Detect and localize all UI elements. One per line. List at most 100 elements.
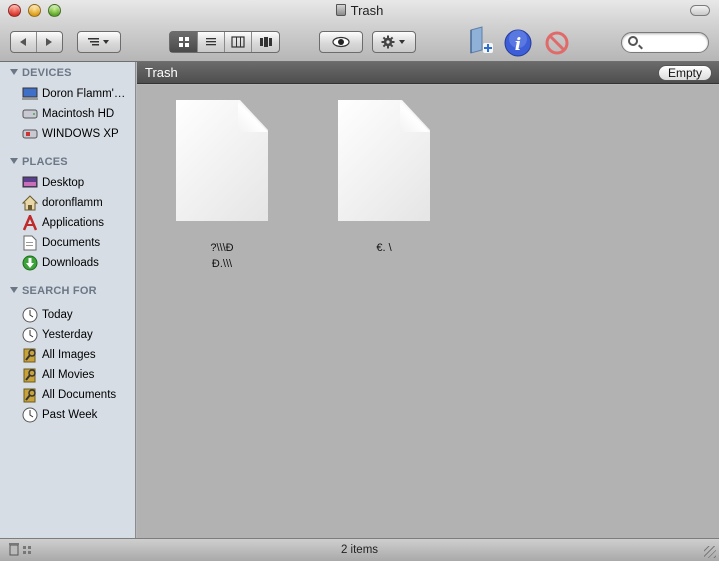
sidebar-item-label: Today	[42, 309, 73, 321]
search-icon	[628, 36, 638, 46]
sidebar-item-home[interactable]: doronflamm	[22, 194, 134, 212]
info-icon[interactable]: i	[504, 29, 532, 57]
hard-drive-icon	[22, 106, 38, 122]
document-icon[interactable]	[176, 100, 268, 221]
sidebar-item-today[interactable]: Today	[22, 306, 134, 324]
sidebar-item-label: Yesterday	[42, 329, 93, 341]
resize-grip[interactable]	[704, 546, 716, 558]
toolbar-toggle-button[interactable]	[690, 5, 710, 16]
arrange-button[interactable]	[77, 31, 121, 53]
clock-icon	[22, 327, 38, 343]
section-title: PLACES	[22, 156, 68, 168]
sidebar-item-yesterday[interactable]: Yesterday	[22, 326, 134, 344]
section-title: SEARCH FOR	[22, 285, 97, 297]
sidebar-item-macintosh-hd[interactable]: Macintosh HD	[22, 105, 134, 123]
sidebar: DEVICES Doron Flamm'… Macintosh HD WINDO…	[0, 62, 136, 538]
sidebar-item-label: Desktop	[42, 177, 85, 189]
file-area[interactable]: ?\\\Ð Ð.\\\ €. \	[137, 85, 719, 538]
sidebar-section-search-for[interactable]: SEARCH FOR	[10, 285, 97, 297]
sidebar-item-label: All Movies	[42, 369, 95, 381]
applications-icon	[22, 215, 38, 231]
smart-folder-icon	[22, 387, 38, 403]
sidebar-item-label: doronflamm	[42, 197, 103, 209]
delete-icon[interactable]	[544, 30, 570, 56]
finder-window: Trash i DEVICES Doron Flamm'… Macintosh …	[0, 0, 719, 561]
forward-arrow-icon	[46, 38, 53, 46]
documents-icon	[22, 235, 38, 251]
search-field[interactable]	[621, 32, 709, 53]
sidebar-item-documents[interactable]: Documents	[22, 234, 134, 252]
quicklook-button[interactable]	[319, 31, 363, 53]
list-view-button[interactable]	[198, 32, 225, 52]
desktop-icon	[22, 175, 38, 191]
window-title-text: Trash	[350, 3, 384, 18]
search-input[interactable]	[642, 35, 704, 50]
clock-icon	[22, 307, 38, 323]
clock-icon	[22, 407, 38, 423]
file-name-line: €. \	[376, 242, 392, 254]
back-button[interactable]	[11, 32, 37, 52]
coverflow-view-icon	[259, 37, 272, 47]
column-view-button[interactable]	[225, 32, 252, 52]
coverflow-view-button[interactable]	[252, 32, 279, 52]
sidebar-section-devices[interactable]: DEVICES	[10, 67, 72, 79]
sidebar-item-computer[interactable]: Doron Flamm'…	[22, 85, 134, 103]
sidebar-item-desktop[interactable]: Desktop	[22, 174, 134, 192]
sidebar-item-label: Documents	[42, 237, 101, 249]
section-title: DEVICES	[22, 67, 72, 79]
file-name[interactable]: ?\\\Ð Ð.\\\	[157, 240, 287, 272]
status-bar: 2 items	[0, 538, 719, 561]
disclosure-triangle-icon	[10, 158, 18, 164]
sidebar-item-applications[interactable]: Applications	[22, 214, 134, 232]
sidebar-item-label: Downloads	[42, 257, 99, 269]
icon-view-icon	[178, 37, 189, 47]
document-icon[interactable]	[338, 100, 430, 221]
home-icon	[22, 195, 38, 211]
list-view-icon	[206, 38, 216, 46]
sidebar-item-label: All Images	[42, 349, 96, 361]
item-count: 2 items	[340, 544, 379, 556]
sidebar-item-label: Doron Flamm'…	[42, 88, 126, 100]
back-forward-control	[10, 31, 63, 53]
sidebar-item-all-movies[interactable]: All Movies	[22, 366, 134, 384]
new-folder-icon[interactable]	[468, 26, 496, 56]
column-view-icon	[231, 36, 245, 48]
sidebar-item-past-week[interactable]: Past Week	[22, 406, 134, 424]
sidebar-item-windows-xp[interactable]: WINDOWS XP	[22, 125, 134, 143]
arrange-menu-icon	[88, 38, 109, 46]
sidebar-item-all-images[interactable]: All Images	[22, 346, 134, 364]
sidebar-item-label: All Documents	[42, 389, 117, 401]
gear-icon	[381, 35, 405, 49]
sidebar-item-label: Applications	[42, 217, 105, 229]
icon-view-button[interactable]	[170, 32, 198, 52]
action-button[interactable]	[372, 31, 416, 53]
file-name-line: ?\\\Ð	[210, 242, 234, 254]
arrange-menu[interactable]	[78, 32, 120, 52]
smart-folder-icon	[22, 367, 38, 383]
trash-icon	[335, 4, 346, 16]
empty-trash-button[interactable]: Empty	[657, 65, 712, 81]
window-title: Trash	[0, 3, 719, 18]
file-name[interactable]: €. \	[319, 240, 449, 256]
sidebar-section-places[interactable]: PLACES	[10, 156, 68, 168]
sidebar-item-label: Past Week	[42, 409, 98, 421]
smart-folder-icon	[22, 347, 38, 363]
action-menu[interactable]	[373, 32, 415, 52]
svg-text:i: i	[515, 35, 521, 55]
folder-title: Trash	[145, 65, 178, 80]
sidebar-item-downloads[interactable]: Downloads	[22, 254, 134, 272]
sidebar-item-label: WINDOWS XP	[42, 128, 119, 140]
toolbar: Trash i	[0, 0, 719, 62]
downloads-icon	[22, 255, 38, 271]
disclosure-triangle-icon	[10, 69, 18, 75]
sidebar-item-all-documents[interactable]: All Documents	[22, 386, 134, 404]
quicklook-segment[interactable]	[320, 32, 362, 52]
back-arrow-icon	[20, 38, 27, 46]
file-name-line: Ð.\\\	[211, 258, 233, 270]
path-header: Trash Empty	[137, 62, 719, 84]
forward-button[interactable]	[37, 32, 62, 52]
view-switcher	[169, 31, 280, 53]
drive-icon	[22, 126, 38, 142]
sidebar-item-label: Macintosh HD	[42, 108, 115, 120]
disclosure-triangle-icon	[10, 287, 18, 293]
